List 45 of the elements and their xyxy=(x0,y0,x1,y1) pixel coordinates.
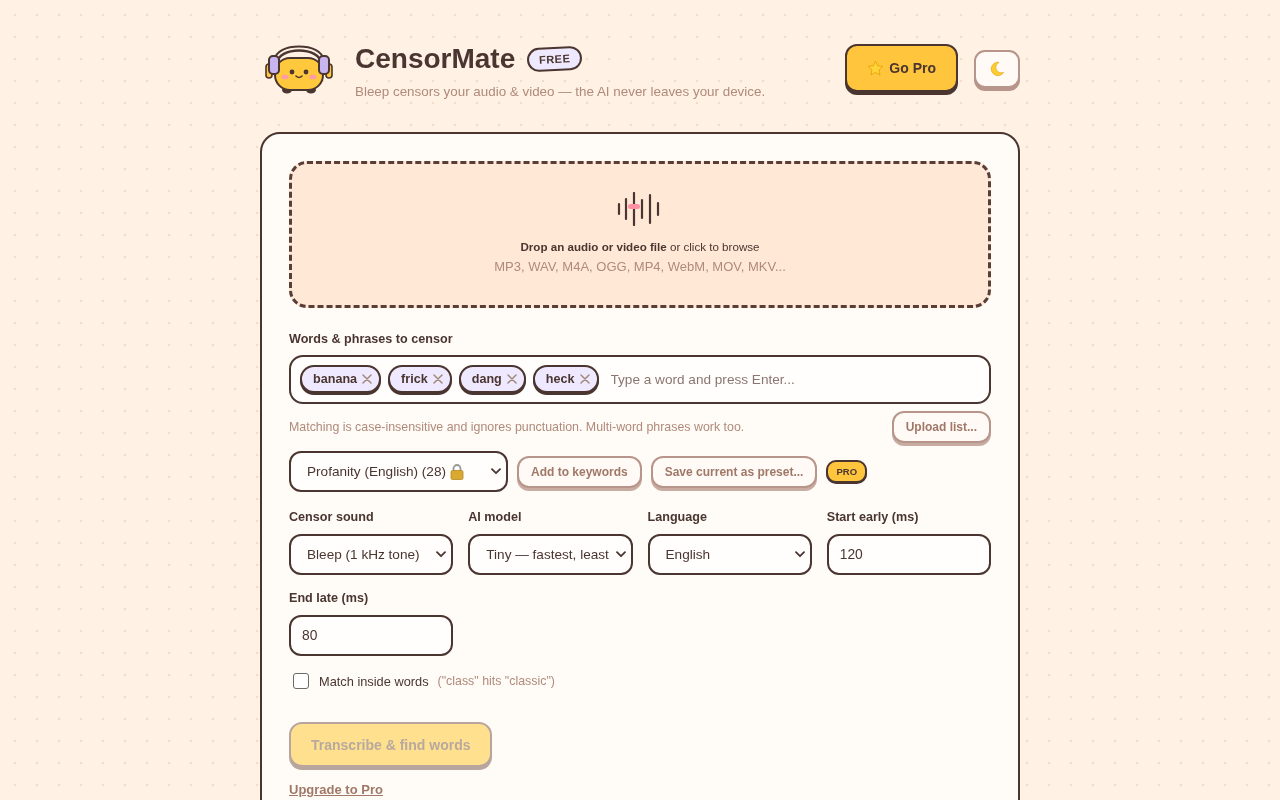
close-icon[interactable] xyxy=(506,373,517,384)
dropdown[interactable]: English xyxy=(647,534,812,575)
plan-badge: FREE xyxy=(526,45,584,73)
number-input[interactable]: 80 xyxy=(289,615,454,656)
upgrade-link[interactable]: Upgrade to Pro xyxy=(289,782,383,797)
dropdown[interactable]: Tiny — fastest, least xyxy=(468,534,633,575)
theme-toggle-button[interactable] xyxy=(974,50,1020,88)
keyword-input[interactable]: Type a word and press Enter... xyxy=(610,368,980,391)
field-label: Words & phrases to censor xyxy=(289,331,453,347)
go-pro-button[interactable]: Go Pro xyxy=(845,44,958,92)
chevron-down-icon xyxy=(794,551,805,558)
keyword-tag-field[interactable]: banana frick dang heck Type a word and press Enter... xyxy=(289,355,991,404)
checkbox-hint: ("class" hits "classic") xyxy=(437,674,555,688)
keyword-tag[interactable]: banana xyxy=(300,364,382,393)
file-dropzone[interactable]: Drop an audio or video file or click to browse MP3, WAV, M4A, OGG, MP4, WebM, MOV, MKV... xyxy=(289,161,991,308)
app-subtitle: Bleep censors your audio & video — the AI never leaves your device. xyxy=(355,84,766,99)
close-icon[interactable] xyxy=(362,373,373,384)
moon-icon xyxy=(989,61,1005,77)
keyword-tag[interactable]: dang xyxy=(458,364,526,393)
close-icon[interactable] xyxy=(432,373,443,384)
matching-hint: Matching is case-insensitive and ignores punctuation. Multi-word phrases work too. xyxy=(289,420,745,434)
star-icon xyxy=(867,59,885,77)
app-title: CensorMate xyxy=(355,43,516,75)
supported-formats: MP3, WAV, M4A, OGG, MP4, WebM, MOV, MKV... xyxy=(494,259,786,274)
preset-dropdown[interactable]: Profanity (English) (28) xyxy=(289,451,508,492)
keyword-tag[interactable]: heck xyxy=(532,364,599,393)
field-label: End late (ms) xyxy=(289,590,369,606)
save-preset-button[interactable]: Save current as preset... xyxy=(650,455,818,488)
checkbox-label: Match inside words xyxy=(319,673,429,689)
chevron-down-icon xyxy=(436,551,447,558)
chevron-down-icon xyxy=(491,468,501,475)
add-to-keywords-button[interactable]: Add to keywords xyxy=(517,455,642,488)
chevron-down-icon xyxy=(615,551,626,558)
drop-prompt: Drop an audio or video file or click to browse xyxy=(520,240,760,253)
keyword-tag[interactable]: frick xyxy=(388,364,452,393)
field-label: Censor sound xyxy=(289,509,374,525)
dropdown[interactable]: Bleep (1 kHz tone) xyxy=(289,534,454,575)
field-label: AI model xyxy=(468,509,522,525)
upload-list-button[interactable]: Upload list... xyxy=(891,411,991,443)
field-label: Language xyxy=(647,509,707,525)
field-label: Start early (ms) xyxy=(826,509,919,525)
number-input[interactable]: 120 xyxy=(826,534,991,575)
checkbox[interactable] xyxy=(293,673,309,689)
pro-badge: PRO xyxy=(826,460,868,483)
close-icon[interactable] xyxy=(579,373,590,384)
